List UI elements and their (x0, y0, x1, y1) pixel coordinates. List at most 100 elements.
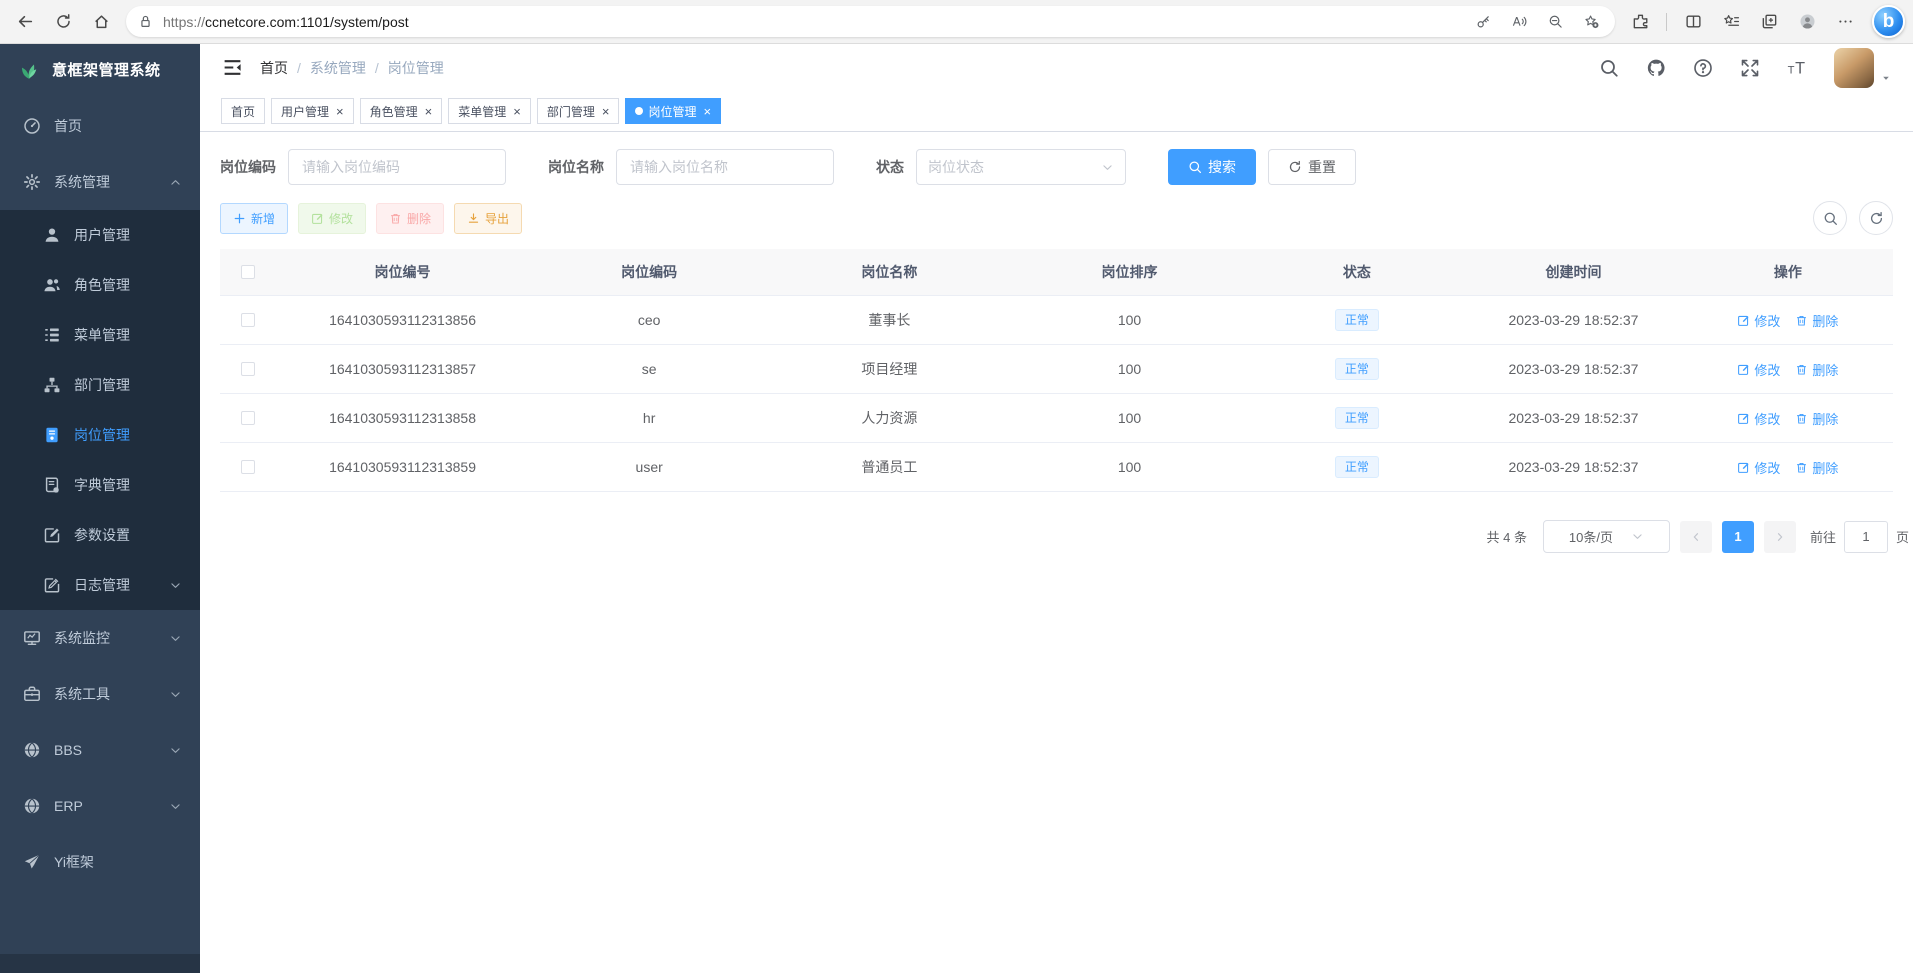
sidebar-item-yi[interactable]: Yi框架 (0, 834, 200, 890)
github-icon[interactable] (1646, 58, 1666, 78)
edit-row-button[interactable]: 修改 (1737, 458, 1780, 477)
page-size-select[interactable]: 10条/页 (1543, 520, 1670, 553)
edit-row-button[interactable]: 修改 (1737, 311, 1780, 330)
select-all-checkbox[interactable] (241, 265, 255, 279)
sidebar-item-dict[interactable]: 字典管理 (0, 460, 200, 510)
tab-post[interactable]: 岗位管理× (625, 98, 721, 124)
chevron-down-icon (1101, 161, 1114, 174)
sidebar-item-label: 菜单管理 (74, 325, 130, 345)
sidebar-item-post[interactable]: 岗位管理 (0, 410, 200, 460)
sidebar-item-home[interactable]: 首页 (0, 98, 200, 154)
chevron-down-icon (169, 579, 182, 592)
fullscreen-icon[interactable] (1740, 58, 1760, 78)
search-icon (1823, 211, 1838, 226)
search-icon[interactable] (1599, 58, 1619, 78)
menu-fold-icon[interactable] (222, 57, 243, 78)
modify-button[interactable]: 修改 (298, 203, 366, 234)
ellipsis-icon[interactable] (1828, 6, 1862, 38)
breadcrumb-separator: / (375, 60, 379, 76)
edit-row-button[interactable]: 修改 (1737, 360, 1780, 379)
toggle-search-button[interactable] (1813, 201, 1847, 235)
post-sort-cell: 100 (1009, 410, 1249, 426)
sidebar-item-system[interactable]: 系统管理 (0, 154, 200, 210)
tab-user[interactable]: 用户管理× (271, 98, 354, 124)
row-checkbox[interactable] (241, 460, 255, 474)
tab-close-icon[interactable]: × (703, 105, 711, 118)
post-name-input[interactable] (616, 149, 834, 185)
lock-icon[interactable] (138, 14, 153, 29)
sidebar-item-label: 角色管理 (74, 275, 130, 295)
sidebar-item-log[interactable]: 日志管理 (0, 560, 200, 610)
tab-label: 首页 (231, 103, 255, 120)
split-screen-icon[interactable] (1676, 6, 1710, 38)
favorites-icon[interactable] (1714, 6, 1748, 38)
sidebar-item-dept[interactable]: 部门管理 (0, 360, 200, 410)
next-page-button[interactable] (1764, 521, 1796, 553)
export-button[interactable]: 导出 (454, 203, 522, 234)
sidebar-item-monitor[interactable]: 系统监控 (0, 610, 200, 666)
collections-icon[interactable] (1752, 6, 1786, 38)
sidebar-item-user[interactable]: 用户管理 (0, 210, 200, 260)
toolbox-icon (23, 685, 41, 703)
avatar[interactable] (1834, 48, 1874, 88)
delete-row-button[interactable]: 删除 (1795, 360, 1838, 379)
tab-menu[interactable]: 菜单管理× (448, 98, 531, 124)
status-cell: 正常 (1250, 309, 1464, 331)
prev-page-button[interactable] (1680, 521, 1712, 553)
search-button[interactable]: 搜索 (1168, 149, 1256, 185)
breadcrumb-item[interactable]: 首页 (260, 58, 288, 78)
sidebar-item-tool[interactable]: 系统工具 (0, 666, 200, 722)
help-icon[interactable] (1693, 58, 1713, 78)
add-button[interactable]: 新增 (220, 203, 288, 234)
edit-row-button[interactable]: 修改 (1737, 409, 1780, 428)
user-menu[interactable] (1834, 48, 1891, 88)
sidebar-item-erp[interactable]: ERP (0, 778, 200, 834)
actions-cell: 修改删除 (1683, 409, 1893, 428)
extensions-icon[interactable] (1623, 6, 1657, 38)
page-1-button[interactable]: 1 (1722, 521, 1754, 553)
zoom-out-icon[interactable] (1543, 10, 1567, 34)
tab-home[interactable]: 首页 (221, 98, 265, 124)
reset-button[interactable]: 重置 (1268, 149, 1356, 185)
post-code-input[interactable] (288, 149, 506, 185)
app-header: 首页/系统管理/岗位管理 TT (200, 44, 1913, 91)
sidebar-item-menu[interactable]: 菜单管理 (0, 310, 200, 360)
svg-text:T: T (1795, 59, 1805, 77)
edit-pen-icon (311, 212, 324, 225)
table-header-row: 岗位编号岗位编码岗位名称岗位排序状态创建时间操作 (220, 249, 1893, 296)
delete-row-button[interactable]: 删除 (1795, 458, 1838, 477)
back-button[interactable] (8, 6, 42, 38)
tab-close-icon[interactable]: × (336, 105, 344, 118)
delete-row-button[interactable]: 删除 (1795, 311, 1838, 330)
gear-icon (23, 173, 41, 191)
tab-label: 部门管理 (547, 103, 595, 120)
delete-row-button[interactable]: 删除 (1795, 409, 1838, 428)
font-size-icon[interactable]: TT (1787, 58, 1807, 78)
status-select[interactable]: 岗位状态 (916, 149, 1126, 185)
sidebar-item-config[interactable]: 参数设置 (0, 510, 200, 560)
sidebar-item-role[interactable]: 角色管理 (0, 260, 200, 310)
column-header: 操作 (1683, 262, 1893, 282)
refresh-table-button[interactable] (1859, 201, 1893, 235)
tab-close-icon[interactable]: × (602, 105, 610, 118)
sidebar-collapse-bar[interactable] (0, 954, 200, 973)
sidebar-item-bbs[interactable]: BBS (0, 722, 200, 778)
home-button[interactable] (84, 6, 118, 38)
refresh-button[interactable] (46, 6, 80, 38)
row-checkbox[interactable] (241, 362, 255, 376)
tab-role[interactable]: 角色管理× (360, 98, 443, 124)
goto-page-input[interactable] (1844, 521, 1888, 553)
row-checkbox[interactable] (241, 313, 255, 327)
favorite-add-icon[interactable] (1579, 10, 1603, 34)
key-icon[interactable] (1471, 10, 1495, 34)
address-bar[interactable]: https://ccnetcore.com:1101/system/post (126, 6, 1615, 37)
delete-button[interactable]: 删除 (376, 203, 444, 234)
tab-close-icon[interactable]: × (425, 105, 433, 118)
tab-close-icon[interactable]: × (513, 105, 521, 118)
tab-dept[interactable]: 部门管理 × (537, 98, 620, 124)
post-name-cell: 人力资源 (769, 408, 1009, 428)
row-checkbox[interactable] (241, 411, 255, 425)
read-aloud-icon[interactable] (1507, 10, 1531, 34)
profile-icon[interactable] (1790, 6, 1824, 38)
bing-copilot-icon[interactable]: b (1872, 5, 1905, 38)
